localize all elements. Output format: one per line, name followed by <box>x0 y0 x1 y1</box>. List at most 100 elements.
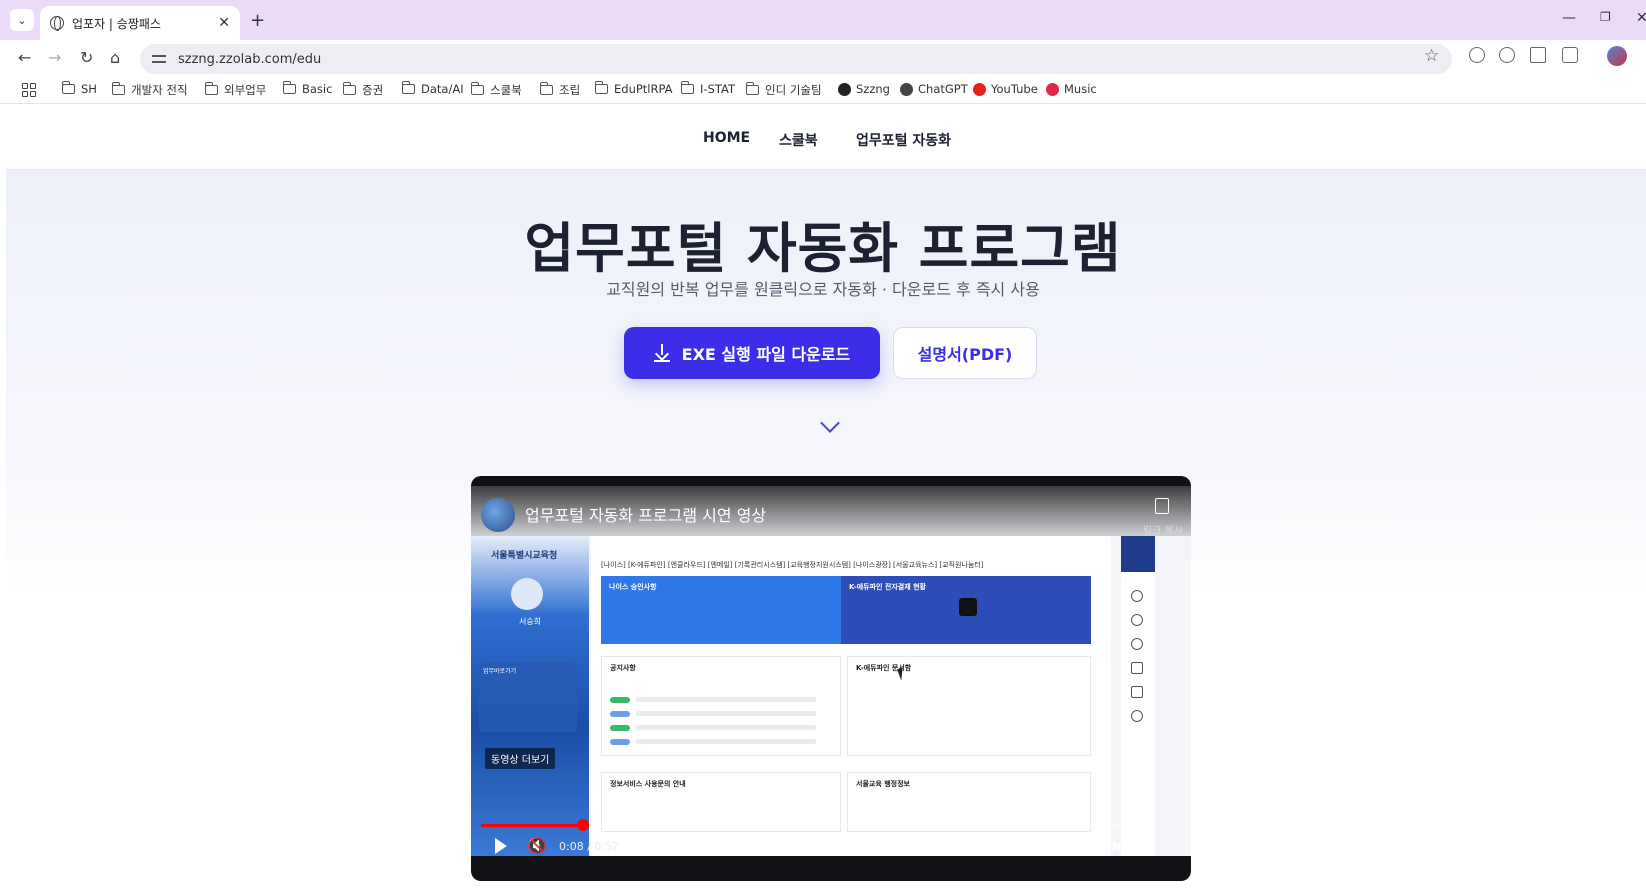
bookmark-label: ChatGPT <box>918 82 968 96</box>
site-info-icon[interactable] <box>152 52 168 66</box>
bell-icon <box>1131 590 1143 602</box>
subtitles-icon[interactable]: ▭ <box>967 836 981 854</box>
extensions-puzzle-icon[interactable] <box>1562 47 1578 63</box>
bookmark-label: YouTube <box>991 82 1038 96</box>
bookmark-item[interactable]: 조립 <box>539 82 581 98</box>
extension-icon[interactable] <box>1499 47 1515 63</box>
tab-close-icon[interactable]: ✕ <box>218 15 230 31</box>
settings-gear-icon[interactable]: ⚙ <box>999 836 1012 854</box>
bookmark-label: SH <box>81 82 97 96</box>
music-icon <box>1046 82 1059 96</box>
video-progress-bar[interactable] <box>481 819 1145 831</box>
muted-volume-icon[interactable]: 🔇 <box>527 836 547 855</box>
youtube-logo[interactable]: YouTube <box>1059 837 1127 855</box>
bookmark-item[interactable]: ChatGPT <box>900 82 968 96</box>
video-info-title: 정보서비스 사용문의 안내 <box>610 780 686 788</box>
more-videos-button[interactable]: 동영상 더보기 <box>485 748 556 769</box>
tab-search-button[interactable]: ⌄ <box>10 9 34 31</box>
video-admin-title: 서울교육 행정정보 <box>856 780 910 788</box>
folder-icon <box>204 82 218 95</box>
video-notice-title: 공지사항 <box>610 664 636 672</box>
folder-icon <box>61 81 75 94</box>
download-exe-button[interactable]: EXE 실행 파일 다운로드 <box>624 327 880 379</box>
minimize-icon[interactable]: — <box>1562 10 1576 26</box>
manual-pdf-button[interactable]: 설명서(PDF) <box>893 327 1037 379</box>
bookmark-label: 스쿨북 <box>490 83 522 97</box>
bookmark-item[interactable]: 증권 <box>342 82 383 98</box>
video-info-card: 정보서비스 사용문의 안내 <box>601 772 841 832</box>
bookmark-label: EduPtlRPA <box>614 82 673 96</box>
bookmark-item[interactable]: Szzng <box>838 82 890 96</box>
nav-automation[interactable]: 업무포털 자동화 <box>856 130 951 150</box>
tab-strip: ⌄ 업포자 | 승짱패스 ✕ + — ❐ ✕ <box>0 0 1646 40</box>
browser-toolbar: ← → ↻ ⌂ szzng.zzolab.com/edu <box>0 40 1646 76</box>
folder-icon <box>470 82 484 95</box>
video-title[interactable]: 업무포털 자동화 프로그램 시연 영상 <box>525 502 766 526</box>
bookmark-item[interactable]: 개발자 전직 <box>111 82 188 98</box>
bookmark-label: Music <box>1064 82 1097 96</box>
bookmark-item[interactable]: Music <box>1046 82 1097 96</box>
cast-icon[interactable]: ⧉ <box>1129 836 1140 854</box>
video-player[interactable]: 서울특별시교육청 서승희 업무바로가기 [나이스] [K-에듀파인] [엔클라우… <box>471 476 1191 881</box>
window-close-icon[interactable]: ✕ <box>1636 10 1646 26</box>
extension-icon[interactable] <box>1530 47 1546 63</box>
download-icon <box>653 344 670 362</box>
video-badge <box>610 711 630 717</box>
new-tab-button[interactable]: + <box>250 10 265 31</box>
folder-icon <box>111 82 125 95</box>
folder-icon <box>282 81 296 94</box>
video-portal-menu: [나이스] [K-에듀파인] [엔클라우드] [엔메일] [기록관리시스템] [… <box>601 561 984 569</box>
reload-icon[interactable]: ↻ <box>80 48 93 67</box>
page-title: 업무포털 자동화 프로그램 <box>524 217 1122 280</box>
page-subtitle: 교직원의 반복 업무를 원클릭으로 자동화 · 다운로드 후 즉시 사용 <box>606 280 1040 299</box>
bookmark-label: Data/AI <box>421 82 464 96</box>
video-row <box>636 711 816 716</box>
video-controls: 🔇 0:08 / 0:52 ▭ ⚙ YouTube ⧉ ⛶ <box>471 828 1191 868</box>
bookmark-label: 조립 <box>559 83 581 97</box>
video-progress-fill <box>481 824 584 827</box>
channel-avatar[interactable] <box>481 498 515 532</box>
video-admin-card: 서울교육 행정정보 <box>847 772 1091 832</box>
video-docs-card: K-에듀파인 문서함 <box>847 656 1091 756</box>
nav-home[interactable]: HOME <box>703 130 750 146</box>
video-logout-icon <box>1121 536 1155 572</box>
profile-avatar[interactable] <box>1607 46 1627 66</box>
home-icon[interactable]: ⌂ <box>110 48 120 67</box>
nav-schoolbook[interactable]: 스쿨북 <box>779 130 818 150</box>
back-icon[interactable]: ← <box>18 48 31 67</box>
video-panel-neis: 나이스 승인사항 <box>601 576 841 644</box>
restore-icon[interactable]: ❐ <box>1600 10 1611 24</box>
bookmark-item[interactable]: I-STAT <box>680 81 735 96</box>
folder-icon <box>745 82 759 95</box>
fullscreen-icon[interactable]: ⛶ <box>1163 836 1174 854</box>
apps-grid-icon[interactable] <box>22 83 36 97</box>
address-bar[interactable]: szzng.zzolab.com/edu <box>140 44 1452 74</box>
forward-icon[interactable]: → <box>48 48 61 67</box>
bookmark-item[interactable]: EduPtlRPA <box>594 81 673 96</box>
url-text: szzng.zzolab.com/edu <box>178 51 322 67</box>
bookmark-label: Szzng <box>856 82 890 96</box>
site-navigation: HOME 스쿨북 업무포털 자동화 <box>6 104 1646 170</box>
bookmark-label: 인디 기술팀 <box>765 83 822 97</box>
copy-link-icon[interactable] <box>1155 498 1169 514</box>
bookmark-label: I-STAT <box>700 82 735 96</box>
bookmark-item[interactable]: 스쿨북 <box>470 82 522 98</box>
download-exe-label: EXE 실행 파일 다운로드 <box>681 345 851 364</box>
active-tab[interactable]: 업포자 | 승짱패스 ✕ <box>40 6 240 40</box>
video-portal-right-rail <box>1121 536 1155 856</box>
folder-icon <box>539 82 553 95</box>
bookmark-item[interactable]: SH <box>61 81 97 96</box>
youtube-icon <box>973 82 986 96</box>
play-icon[interactable] <box>495 838 507 854</box>
bookmark-item[interactable]: Data/AI <box>401 81 464 96</box>
manual-pdf-label: 설명서(PDF) <box>917 345 1013 364</box>
video-badge <box>610 697 630 703</box>
video-time: 0:08 / 0:52 <box>559 840 620 853</box>
extension-icon[interactable] <box>1469 47 1485 63</box>
bookmark-star-icon[interactable]: ☆ <box>1424 46 1439 66</box>
bookmark-item[interactable]: 외부업무 <box>204 82 266 98</box>
video-badge <box>610 725 630 731</box>
bookmark-item[interactable]: Basic <box>282 81 332 96</box>
bookmark-item[interactable]: 인디 기술팀 <box>745 82 822 98</box>
bookmark-item[interactable]: YouTube <box>973 82 1038 96</box>
